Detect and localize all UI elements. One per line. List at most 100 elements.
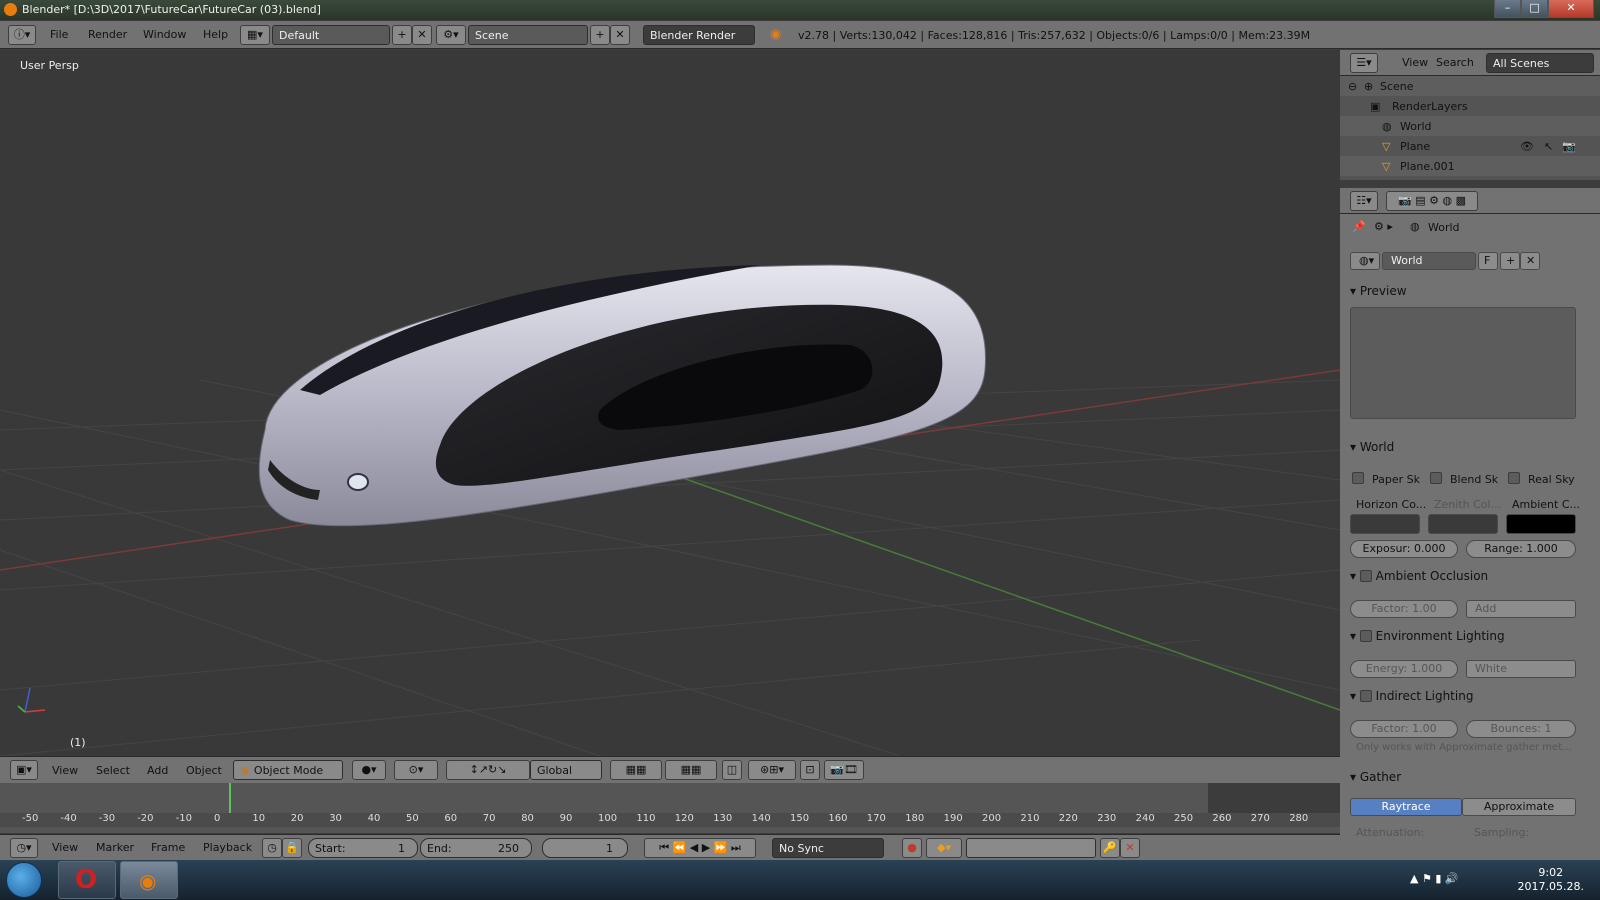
- remove-scene-icon[interactable]: ✕: [610, 25, 630, 45]
- menu-object[interactable]: Object: [186, 764, 222, 777]
- panel-indirect-header[interactable]: ▾ Indirect Lighting: [1350, 688, 1588, 703]
- manipulator-icons[interactable]: ↕↗↻↘: [446, 760, 530, 780]
- render-camera-icon[interactable]: 📷: [1562, 140, 1576, 153]
- editor-type-3dview-icon[interactable]: ▣▾: [10, 760, 38, 780]
- select-cursor-icon[interactable]: ↖: [1544, 140, 1553, 153]
- outliner-item-scene[interactable]: ⊖ ⊕ Scene: [1340, 76, 1600, 96]
- expand-icon[interactable]: ⊖: [1348, 80, 1357, 93]
- editor-type-info-icon[interactable]: ⓘ▾: [8, 25, 36, 45]
- menu-add[interactable]: Add: [147, 764, 168, 777]
- menu-window[interactable]: Window: [143, 28, 186, 41]
- fake-user-button[interactable]: F: [1478, 252, 1498, 270]
- indirect-factor-field[interactable]: Factor: 1.00: [1350, 720, 1458, 738]
- layers-grid-2-icon[interactable]: ▦▦: [665, 760, 717, 780]
- menu-help[interactable]: Help: [203, 28, 228, 41]
- unlink-world-icon[interactable]: ✕: [1520, 252, 1540, 270]
- world-browse-icon[interactable]: ◍▾: [1350, 252, 1380, 270]
- menu-frame[interactable]: Frame: [151, 841, 185, 854]
- menu-file[interactable]: File: [50, 28, 68, 41]
- properties-panel[interactable]: 📌 ⚙ ▸ ◍ World ◍▾ World F + ✕ ▾ Preview ▾…: [1340, 214, 1600, 860]
- new-world-icon[interactable]: +: [1500, 252, 1520, 270]
- paper-sky-checkbox[interactable]: [1352, 472, 1364, 484]
- ambient-color-swatch[interactable]: [1506, 514, 1576, 534]
- end-frame-field[interactable]: End: 250: [420, 838, 532, 858]
- start-frame-field[interactable]: Start: 1: [308, 838, 418, 858]
- ao-blend-select[interactable]: Add: [1466, 600, 1576, 618]
- panel-env-header[interactable]: ▾ Environment Lighting: [1350, 628, 1588, 643]
- env-color-select[interactable]: White: [1466, 660, 1576, 678]
- opera-taskbar-button[interactable]: O: [58, 861, 116, 899]
- zenith-color-swatch[interactable]: [1428, 514, 1498, 534]
- pivot-icon[interactable]: ⊙▾: [394, 760, 438, 780]
- panel-world-header[interactable]: ▾ World: [1350, 440, 1588, 454]
- close-button[interactable]: ✕: [1548, 0, 1594, 18]
- outliner-item-plane001[interactable]: ▽ Plane.001: [1340, 156, 1600, 176]
- preview-range-icon[interactable]: ◷: [262, 838, 282, 858]
- scene-icon[interactable]: ⚙▾: [436, 25, 466, 45]
- editor-type-timeline-icon[interactable]: ◷▾: [10, 838, 38, 858]
- exposure-field[interactable]: Exposur: 0.000: [1350, 540, 1458, 558]
- blend-sky-checkbox[interactable]: [1430, 472, 1442, 484]
- keyframe-icon[interactable]: ◆▾: [926, 838, 962, 858]
- scene-field[interactable]: Scene: [468, 25, 588, 45]
- menu-marker[interactable]: Marker: [96, 841, 134, 854]
- insert-key-icon[interactable]: 🔑: [1100, 838, 1120, 858]
- menu-timeline-view[interactable]: View: [52, 841, 78, 854]
- layers-grid-icon[interactable]: ▦▦: [610, 760, 662, 780]
- add-scene-icon[interactable]: +: [590, 25, 610, 45]
- approximate-button[interactable]: Approximate: [1462, 798, 1576, 816]
- record-icon[interactable]: ●: [902, 838, 922, 858]
- lock-camera-icon[interactable]: ◫: [722, 760, 742, 780]
- lock-range-icon[interactable]: 🔒: [282, 838, 302, 858]
- layout-field[interactable]: Default: [272, 25, 390, 45]
- playback-controls-icons[interactable]: ⏮ ⏪ ◀ ▶ ⏩ ⏭: [644, 838, 756, 858]
- world-datablock-field[interactable]: World: [1382, 252, 1476, 270]
- range-field[interactable]: Range: 1.000: [1466, 540, 1576, 558]
- remove-layout-icon[interactable]: ✕: [412, 25, 432, 45]
- 3d-viewport[interactable]: User Persp (1): [0, 50, 1340, 756]
- env-checkbox[interactable]: [1359, 630, 1372, 642]
- outliner-item-plane[interactable]: ▽ Plane 👁 ↖ 📷: [1340, 136, 1600, 156]
- keying-set-field[interactable]: [966, 838, 1096, 858]
- ao-checkbox[interactable]: [1359, 570, 1372, 582]
- real-sky-checkbox[interactable]: [1508, 472, 1520, 484]
- raytrace-button[interactable]: Raytrace: [1350, 798, 1462, 816]
- indirect-checkbox[interactable]: [1359, 690, 1372, 702]
- tray-icons[interactable]: ▲ ⚑ ▮ 🔊: [1410, 872, 1459, 885]
- orientation-select[interactable]: Global: [530, 760, 602, 780]
- editor-type-outliner-icon[interactable]: ☰▾: [1350, 53, 1378, 73]
- panel-gather-header[interactable]: ▾ Gather: [1350, 770, 1588, 784]
- pin-icon[interactable]: 📌: [1352, 220, 1366, 233]
- render-engine-select[interactable]: Blender Render: [643, 25, 755, 45]
- system-clock[interactable]: 9:02 2017.05.28.: [1518, 866, 1584, 894]
- outliner-filter-select[interactable]: All Scenes: [1486, 53, 1594, 73]
- shading-icon[interactable]: ●▾: [352, 760, 386, 780]
- snap-target-icon[interactable]: ⊡: [800, 760, 820, 780]
- outliner-menu-view[interactable]: View: [1402, 56, 1428, 69]
- outliner-menu-search[interactable]: Search: [1436, 56, 1474, 69]
- menu-render[interactable]: Render: [88, 28, 127, 41]
- outliner[interactable]: ⊖ ⊕ Scene ▣ RenderLayers ◍ World ▽ Plane…: [1340, 76, 1600, 180]
- mode-select[interactable]: ▣ Object Mode: [233, 760, 343, 780]
- outliner-item-world[interactable]: ◍ World: [1340, 116, 1600, 136]
- minimize-button[interactable]: –: [1494, 0, 1521, 18]
- timeline-playhead[interactable]: [229, 783, 231, 813]
- panel-ao-header[interactable]: ▾ Ambient Occlusion: [1350, 568, 1588, 583]
- editor-type-properties-icon[interactable]: ☷▾: [1350, 191, 1378, 211]
- menu-view[interactable]: View: [52, 764, 78, 777]
- env-energy-field[interactable]: Energy: 1.000: [1350, 660, 1458, 678]
- blender-taskbar-button[interactable]: ◉: [120, 861, 178, 899]
- menu-select[interactable]: Select: [96, 764, 130, 777]
- bounces-field[interactable]: Bounces: 1: [1466, 720, 1576, 738]
- visibility-eye-icon[interactable]: 👁: [1520, 140, 1534, 153]
- delete-key-icon[interactable]: ✕: [1120, 838, 1140, 858]
- start-button[interactable]: [6, 862, 42, 898]
- screen-layout-icon[interactable]: ▦▾: [240, 25, 270, 45]
- maximize-button[interactable]: □: [1521, 0, 1548, 18]
- add-layout-icon[interactable]: +: [392, 25, 412, 45]
- properties-context-tabs[interactable]: 📷 ▤ ⚙ ◍ ▩: [1386, 191, 1478, 211]
- outliner-item-renderlayers[interactable]: ▣ RenderLayers: [1340, 96, 1600, 116]
- panel-preview-header[interactable]: ▾ Preview: [1350, 284, 1588, 298]
- snap-icons[interactable]: ⊛⊞▾: [748, 760, 796, 780]
- current-frame-field[interactable]: 1: [542, 838, 628, 858]
